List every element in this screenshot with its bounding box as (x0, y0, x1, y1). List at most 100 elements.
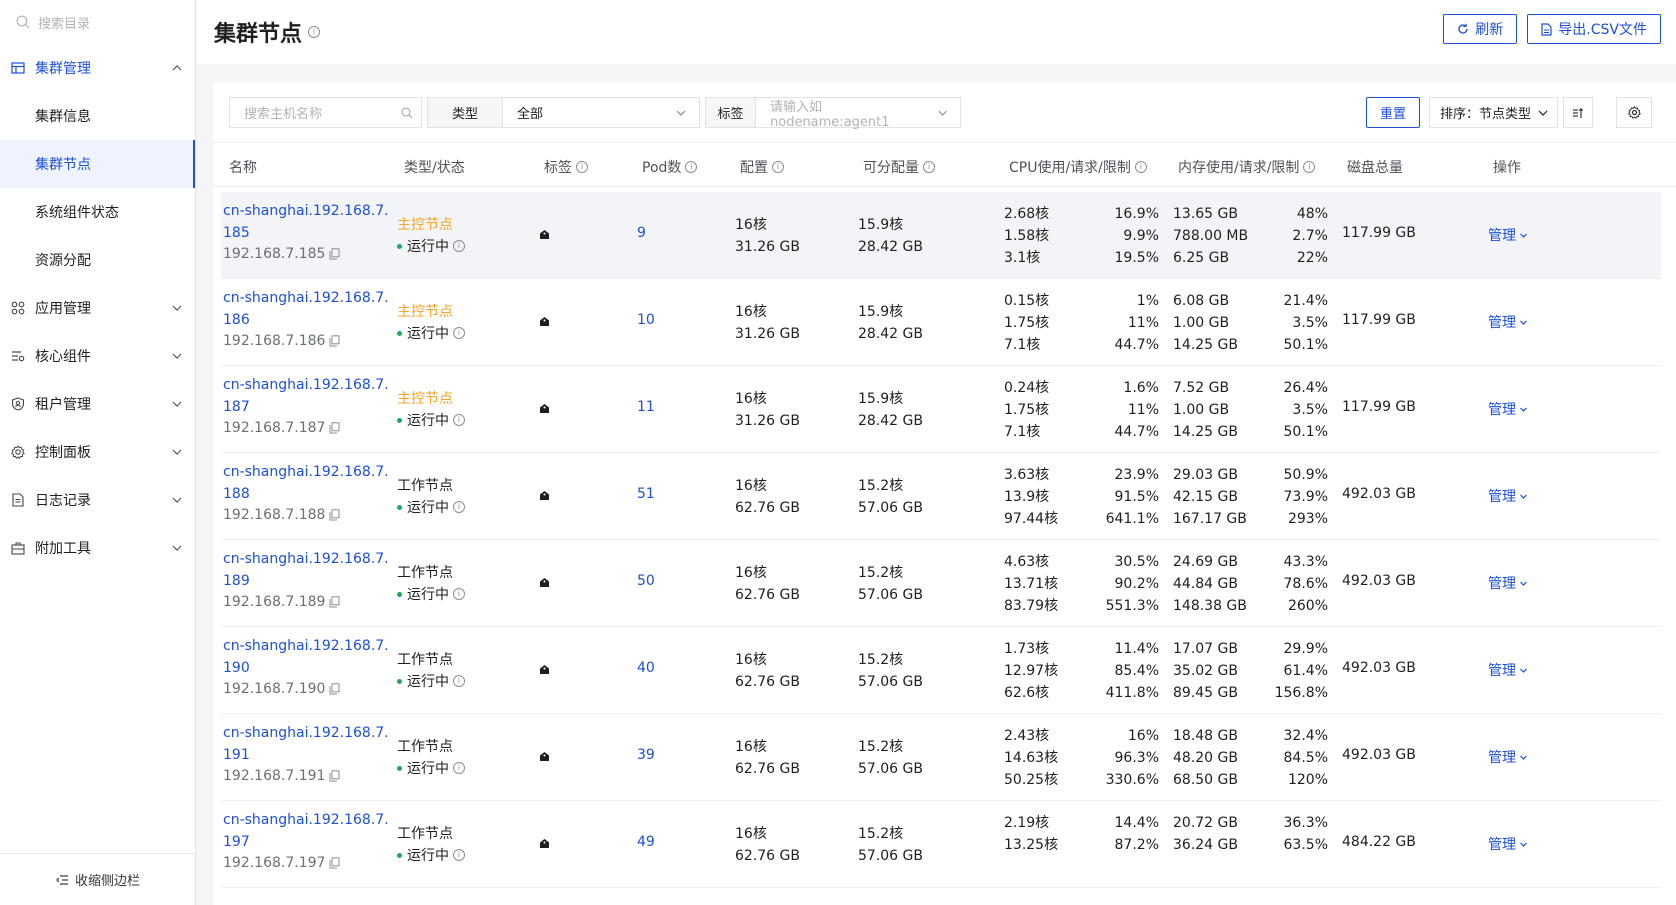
table-row[interactable]: cn-shanghai.192.168.7.187 192.168.7.187 主控… (221, 366, 1661, 453)
info-icon[interactable]: i (923, 161, 935, 173)
host-search-input[interactable]: 搜索主机名称 (229, 97, 422, 128)
pod-count-link[interactable]: 10 (637, 312, 655, 328)
tag-icon[interactable] (539, 229, 550, 240)
info-icon[interactable]: i (453, 240, 465, 252)
node-tag[interactable] (539, 489, 550, 505)
sidebar-group-3[interactable]: 租户管理 (0, 380, 195, 428)
table-row[interactable]: cn-shanghai.192.168.7.189 192.168.7.189 工作… (221, 540, 1661, 627)
pod-count-link[interactable]: 9 (637, 225, 646, 241)
manage-dropdown[interactable]: 管理 (1488, 573, 1528, 593)
sidebar-group-0[interactable]: 集群管理 (0, 44, 195, 92)
sidebar-item-3[interactable]: 资源分配 (0, 236, 195, 284)
node-name-link[interactable]: cn-shanghai.192.168.7.190 (223, 635, 393, 679)
node-name-link[interactable]: cn-shanghai.192.168.7.189 (223, 548, 393, 592)
info-icon[interactable]: i (772, 161, 784, 173)
copy-icon[interactable] (329, 248, 340, 260)
node-tag[interactable] (539, 663, 550, 679)
node-tag[interactable] (539, 315, 550, 331)
tag-icon[interactable] (539, 577, 550, 588)
copy-icon[interactable] (329, 422, 340, 434)
type-filter[interactable]: 类型 全部 (427, 97, 700, 128)
tag-icon[interactable] (539, 838, 550, 849)
sidebar-item-0[interactable]: 集群信息 (0, 92, 195, 140)
manage-dropdown[interactable]: 管理 (1488, 834, 1528, 854)
sidebar-group-4[interactable]: 控制面板 (0, 428, 195, 476)
table-row[interactable]: cn-shanghai.192.168.7.185 192.168.7.185 主控… (221, 192, 1661, 279)
info-icon[interactable]: i (453, 501, 465, 513)
pod-count-link[interactable]: 11 (637, 399, 655, 415)
tag-input[interactable]: 请输入如 nodename:agent1 (756, 96, 960, 130)
tag-icon[interactable] (539, 751, 550, 762)
copy-icon[interactable] (329, 596, 340, 608)
table-row[interactable]: cn-shanghai.192.168.7.188 192.168.7.188 工作… (221, 453, 1661, 540)
sort-order-button[interactable] (1563, 97, 1593, 128)
manage-dropdown[interactable]: 管理 (1488, 660, 1528, 680)
mem-percent: 50.9% (1283, 467, 1328, 483)
node-name-link[interactable]: cn-shanghai.192.168.7.197 (223, 809, 393, 853)
info-icon[interactable]: i (453, 414, 465, 426)
pod-count-link[interactable]: 51 (637, 486, 655, 502)
info-icon[interactable]: i (453, 327, 465, 339)
node-tag[interactable] (539, 837, 550, 853)
pod-count-link[interactable]: 40 (637, 660, 655, 676)
copy-icon[interactable] (329, 770, 340, 782)
info-icon[interactable]: i (453, 675, 465, 687)
node-name-link[interactable]: cn-shanghai.192.168.7.187 (223, 374, 393, 418)
table-row[interactable]: cn-shanghai.192.168.7.190 192.168.7.190 工作… (221, 627, 1661, 714)
node-tag[interactable] (539, 750, 550, 766)
table-row[interactable]: cn-shanghai.192.168.7.197 192.168.7.197 工作… (221, 801, 1661, 888)
type-select[interactable]: 全部 (503, 103, 699, 122)
tag-icon[interactable] (539, 403, 550, 414)
node-tag[interactable] (539, 402, 550, 418)
info-icon[interactable]: i (685, 161, 698, 173)
info-icon[interactable]: i (576, 161, 588, 173)
info-icon[interactable]: i (453, 588, 465, 600)
manage-dropdown[interactable]: 管理 (1488, 399, 1528, 419)
sidebar-group-6[interactable]: 附加工具 (0, 524, 195, 572)
manage-dropdown[interactable]: 管理 (1488, 747, 1528, 767)
sidebar-group-1[interactable]: 应用管理 (0, 284, 195, 332)
tag-icon[interactable] (539, 490, 550, 501)
copy-icon[interactable] (329, 509, 340, 521)
pod-count-link[interactable]: 49 (637, 834, 655, 850)
manage-dropdown[interactable]: 管理 (1488, 312, 1528, 332)
tag-icon[interactable] (539, 316, 550, 327)
mem-value: 68.50 GB (1173, 772, 1238, 788)
pod-count-link[interactable]: 39 (637, 747, 655, 763)
manage-dropdown[interactable]: 管理 (1488, 486, 1528, 506)
collapse-sidebar-button[interactable]: 收缩侧边栏 (0, 853, 196, 905)
node-name-link[interactable]: cn-shanghai.192.168.7.191 (223, 722, 393, 766)
info-icon[interactable]: i (1303, 161, 1316, 173)
sidebar-item-1[interactable]: 集群节点 (0, 140, 195, 188)
copy-icon[interactable] (329, 335, 340, 347)
sidebar-item-2[interactable]: 系统组件状态 (0, 188, 195, 236)
table-row[interactable]: cn-shanghai.192.168.7.186 192.168.7.186 主控… (221, 279, 1661, 366)
node-status: 运行中 i (397, 671, 465, 691)
node-name-link[interactable]: cn-shanghai.192.168.7.188 (223, 461, 393, 505)
pod-count-link[interactable]: 50 (637, 573, 655, 589)
node-tag[interactable] (539, 576, 550, 592)
copy-icon[interactable] (329, 857, 340, 869)
copy-icon[interactable] (329, 683, 340, 695)
table-row[interactable]: cn-shanghai.192.168.7.191 192.168.7.191 工作… (221, 714, 1661, 801)
export-csv-button[interactable]: 导出.CSV文件 (1527, 14, 1661, 44)
manage-dropdown[interactable]: 管理 (1488, 225, 1528, 245)
info-icon[interactable]: i (453, 762, 465, 774)
config-mem: 62.76 GB (735, 761, 800, 777)
tag-icon[interactable] (539, 664, 550, 675)
reset-button[interactable]: 重置 (1366, 97, 1420, 128)
node-type: 主控节点 (397, 391, 453, 407)
sidebar-group-2[interactable]: 核心组件 (0, 332, 195, 380)
table-settings-button[interactable] (1616, 97, 1652, 128)
info-icon[interactable]: i (453, 849, 465, 861)
refresh-button[interactable]: 刷新 (1443, 14, 1518, 44)
tag-filter[interactable]: 标签 请输入如 nodename:agent1 (705, 96, 961, 130)
info-icon[interactable]: i (308, 26, 321, 38)
sort-select[interactable]: 排序：节点类型 (1429, 97, 1558, 128)
sidebar-search[interactable]: 搜索目录 (0, 0, 195, 44)
node-tag[interactable] (539, 228, 550, 244)
node-name-link[interactable]: cn-shanghai.192.168.7.186 (223, 287, 393, 331)
node-name-link[interactable]: cn-shanghai.192.168.7.185 (223, 200, 393, 244)
sidebar-group-5[interactable]: 日志记录 (0, 476, 195, 524)
info-icon[interactable]: i (1134, 161, 1147, 173)
